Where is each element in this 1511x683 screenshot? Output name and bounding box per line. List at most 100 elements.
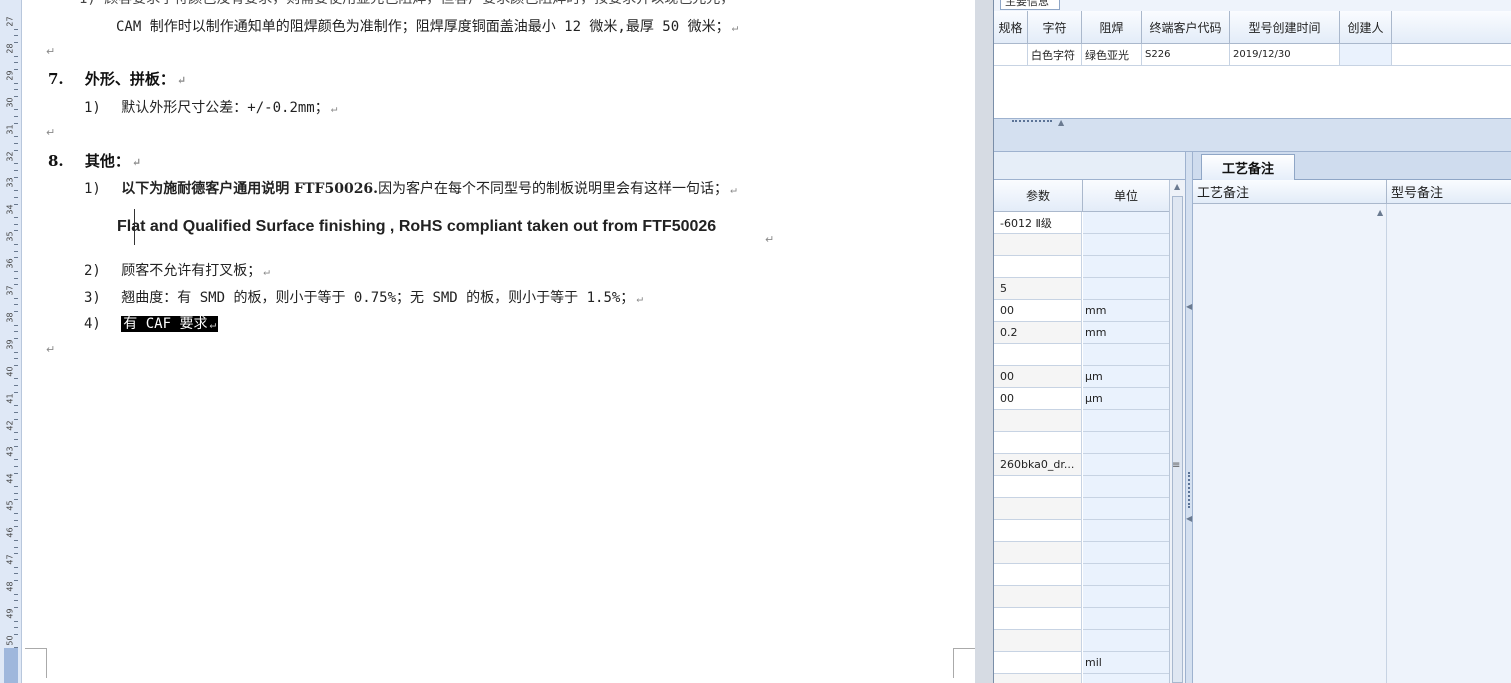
tab-process-notes[interactable]: 工艺备注 bbox=[1201, 154, 1295, 180]
cell-creator[interactable] bbox=[1340, 44, 1392, 66]
main-info-tab[interactable]: 主要信息 bbox=[1000, 0, 1060, 10]
param-unit-cell[interactable]: mm bbox=[1083, 300, 1170, 322]
param-value-cell[interactable] bbox=[994, 432, 1082, 454]
param-unit-cell[interactable] bbox=[1083, 234, 1170, 256]
param-row[interactable] bbox=[994, 520, 1170, 542]
param-value-cell[interactable]: 00 bbox=[994, 388, 1082, 410]
header-mask[interactable]: 阻焊 bbox=[1082, 11, 1142, 44]
param-row[interactable] bbox=[994, 234, 1170, 256]
param-row[interactable] bbox=[994, 586, 1170, 608]
param-unit-cell[interactable] bbox=[1083, 410, 1170, 432]
param-unit-cell[interactable] bbox=[1083, 454, 1170, 476]
param-unit-cell[interactable]: μm bbox=[1083, 366, 1170, 388]
param-value-cell[interactable] bbox=[994, 256, 1082, 278]
param-value-cell[interactable] bbox=[994, 608, 1082, 630]
cell-spec[interactable] bbox=[994, 44, 1028, 66]
param-row[interactable] bbox=[994, 630, 1170, 652]
cell-char[interactable]: 白色字符 bbox=[1028, 44, 1082, 66]
param-unit-cell[interactable]: mil bbox=[1083, 652, 1170, 674]
cell-mask[interactable]: 绿色亚光 bbox=[1082, 44, 1142, 66]
param-row[interactable]: 00 μm bbox=[994, 366, 1170, 388]
param-unit-cell[interactable] bbox=[1083, 344, 1170, 366]
param-value-cell[interactable] bbox=[994, 630, 1082, 652]
param-unit-cell[interactable] bbox=[1083, 498, 1170, 520]
header-process-notes[interactable]: 工艺备注 bbox=[1193, 180, 1387, 204]
param-value-cell[interactable] bbox=[994, 476, 1082, 498]
param-value-cell[interactable]: 00 bbox=[994, 366, 1082, 388]
param-row[interactable] bbox=[994, 674, 1170, 683]
param-row[interactable] bbox=[994, 432, 1170, 454]
param-unit-cell[interactable]: μm bbox=[1083, 388, 1170, 410]
param-unit-cell[interactable] bbox=[1083, 674, 1170, 683]
selected-text[interactable]: 有 CAF 要求 ↵ bbox=[121, 316, 219, 332]
header-created-time[interactable]: 型号创建时间 bbox=[1230, 11, 1340, 44]
param-row[interactable] bbox=[994, 410, 1170, 432]
param-value-cell[interactable] bbox=[994, 498, 1082, 520]
collapse-left-icon-2[interactable]: ◀ bbox=[1186, 514, 1192, 523]
param-row[interactable] bbox=[994, 498, 1170, 520]
param-value-cell[interactable] bbox=[994, 520, 1082, 542]
param-row[interactable]: mil bbox=[994, 652, 1170, 674]
param-row[interactable] bbox=[994, 542, 1170, 564]
collapse-left-icon[interactable]: ◀ bbox=[1186, 302, 1192, 311]
param-unit-cell[interactable] bbox=[1083, 212, 1170, 234]
param-unit-cell[interactable] bbox=[1083, 278, 1170, 300]
param-row[interactable] bbox=[994, 344, 1170, 366]
header-creator[interactable]: 创建人 bbox=[1340, 11, 1392, 44]
param-unit-cell[interactable] bbox=[1083, 630, 1170, 652]
header-model-notes[interactable]: 型号备注 bbox=[1387, 180, 1511, 204]
param-unit-cell[interactable] bbox=[1083, 432, 1170, 454]
param-value-cell[interactable] bbox=[994, 564, 1082, 586]
param-row[interactable]: -6012 Ⅱ级 bbox=[994, 212, 1170, 234]
param-row[interactable] bbox=[994, 608, 1170, 630]
param-value-cell[interactable] bbox=[994, 586, 1082, 608]
vsplitter-grip[interactable] bbox=[1188, 472, 1191, 508]
document-page[interactable]: 1) 顾客要求字符颜色没有要求，则需要使用显光色阻焊，但客户要求颜色阻焊时，按要… bbox=[23, 0, 975, 683]
param-scrollbar[interactable]: ▲ ≡ bbox=[1169, 180, 1185, 683]
param-value-cell[interactable]: 00 bbox=[994, 300, 1082, 322]
param-unit-cell[interactable] bbox=[1083, 586, 1170, 608]
param-grid[interactable]: 参数 单位 -6012 Ⅱ级 5 00 mm 0.2 mm 00 μm 00 μm 260bka0_… bbox=[994, 152, 1186, 683]
param-unit-cell[interactable] bbox=[1083, 564, 1170, 586]
param-unit-cell[interactable] bbox=[1083, 520, 1170, 542]
header-param[interactable]: 参数 bbox=[994, 180, 1083, 212]
splitter-grip[interactable] bbox=[1012, 120, 1052, 124]
param-row[interactable] bbox=[994, 564, 1170, 586]
collapse-up-icon[interactable]: ▲ bbox=[1058, 118, 1064, 127]
param-value-cell[interactable] bbox=[994, 652, 1082, 674]
param-unit-cell[interactable] bbox=[1083, 608, 1170, 630]
ruler-position-marker[interactable] bbox=[4, 648, 18, 683]
erp-panel[interactable]: 主要信息 规格 字符 阻焊 终端客户代码 型号创建时间 创建人 白色字符 绿色亚… bbox=[993, 0, 1511, 683]
cell-created-time[interactable]: 2019/12/30 bbox=[1230, 44, 1340, 66]
param-unit-cell[interactable]: mm bbox=[1083, 322, 1170, 344]
param-value-cell[interactable] bbox=[994, 674, 1082, 683]
notes-tab-strip[interactable]: 工艺备注 bbox=[1193, 152, 1511, 180]
param-value-cell[interactable]: 5 bbox=[994, 278, 1082, 300]
param-value-cell[interactable] bbox=[994, 542, 1082, 564]
scroll-thumb[interactable] bbox=[1172, 196, 1183, 683]
param-row[interactable]: 0.2 mm bbox=[994, 322, 1170, 344]
param-value-cell[interactable] bbox=[994, 344, 1082, 366]
param-value-cell[interactable]: 0.2 bbox=[994, 322, 1082, 344]
param-value-cell[interactable] bbox=[994, 410, 1082, 432]
param-unit-cell[interactable] bbox=[1083, 476, 1170, 498]
header-end-customer[interactable]: 终端客户代码 bbox=[1142, 11, 1230, 44]
param-row[interactable]: 5 bbox=[994, 278, 1170, 300]
header-char[interactable]: 字符 bbox=[1028, 11, 1082, 44]
scroll-up-icon[interactable]: ▲ bbox=[1174, 182, 1180, 191]
param-value-cell[interactable] bbox=[994, 234, 1082, 256]
param-value-cell[interactable]: -6012 Ⅱ级 bbox=[994, 212, 1082, 234]
cell-end-customer[interactable]: S226 bbox=[1142, 44, 1230, 66]
param-unit-cell[interactable] bbox=[1083, 256, 1170, 278]
param-row[interactable] bbox=[994, 256, 1170, 278]
param-value-cell[interactable]: 260bka0_dr... bbox=[994, 454, 1082, 476]
param-row[interactable]: 260bka0_dr... bbox=[994, 454, 1170, 476]
param-row[interactable] bbox=[994, 476, 1170, 498]
param-row[interactable]: 00 μm bbox=[994, 388, 1170, 410]
header-unit[interactable]: 单位 bbox=[1083, 180, 1170, 212]
param-row[interactable]: 00 mm bbox=[994, 300, 1170, 322]
model-notes-field[interactable] bbox=[1387, 204, 1511, 683]
param-unit-cell[interactable] bbox=[1083, 542, 1170, 564]
horizontal-splitter[interactable] bbox=[994, 118, 1511, 152]
header-spec[interactable]: 规格 bbox=[994, 11, 1028, 44]
